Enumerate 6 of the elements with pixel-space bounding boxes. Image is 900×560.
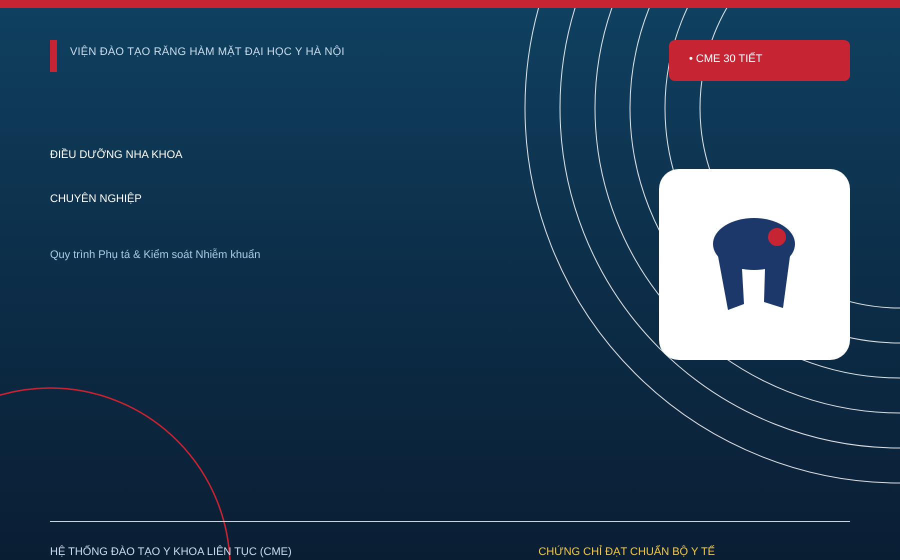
course-title: ĐIỀU DƯỠNG NHA KHOA CHUYÊN NGHIỆP bbox=[50, 147, 184, 207]
institute-name: VIỆN ĐÀO TẠO RĂNG HÀM MẶT ĐẠI HỌC Y HÀ NỘI bbox=[50, 40, 345, 72]
course-subtitle: Quy trình Phụ tá & Kiểm soát Nhiễm khuẩn bbox=[50, 249, 260, 261]
cme-badge: • CME 30 TIẾT bbox=[669, 40, 850, 81]
tooth-icon bbox=[712, 218, 796, 312]
certificate-text: CHỨNG CHỈ ĐẠT CHUẨN BỘ Y TẾ bbox=[538, 546, 715, 558]
